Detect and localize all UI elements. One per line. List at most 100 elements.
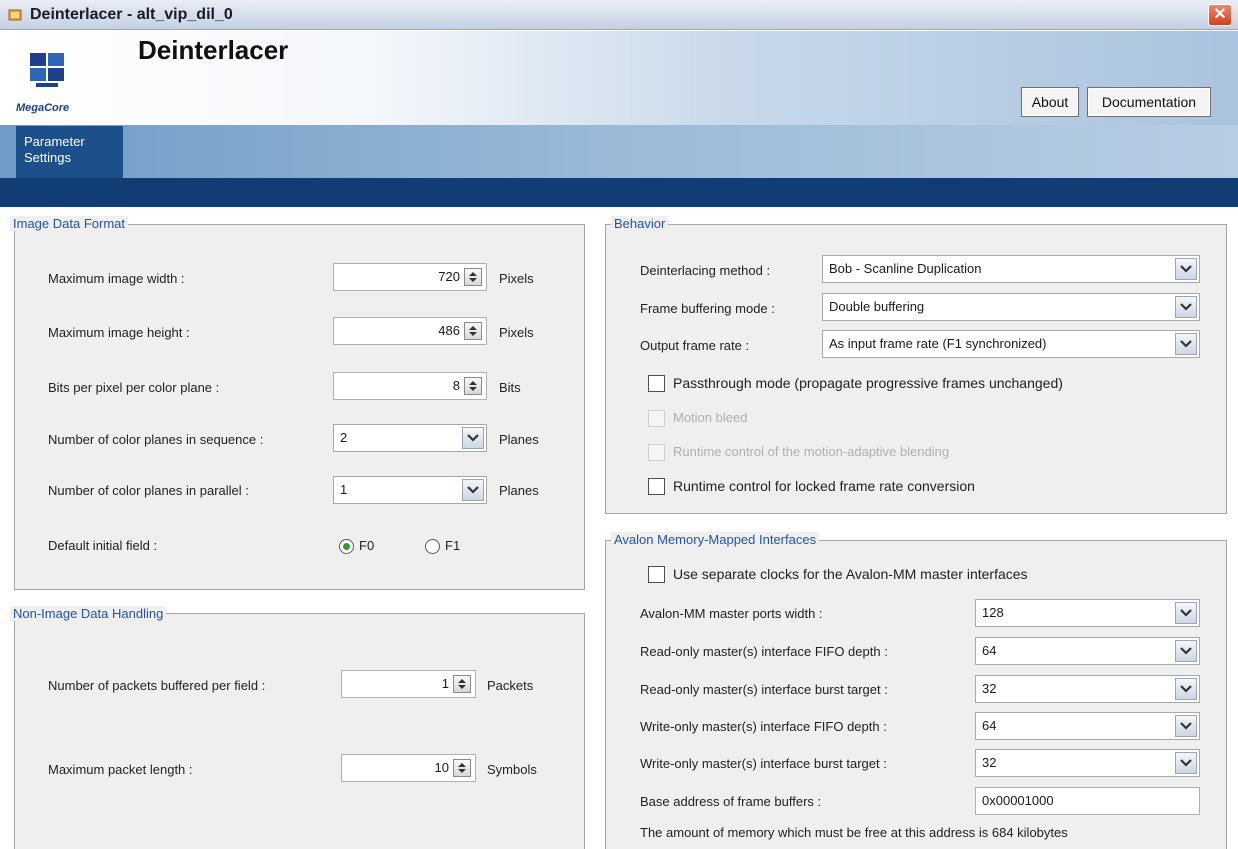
base-address-field[interactable]: 0x00001000 (975, 787, 1200, 815)
planes-sequence-label: Number of color planes in sequence : (48, 432, 264, 447)
radio-f1[interactable] (425, 539, 440, 554)
motion-bleed-checkbox[interactable] (648, 410, 665, 427)
chevron-down-icon[interactable] (1175, 678, 1197, 700)
page-title: Deinterlacer (138, 35, 289, 65)
chevron-down-icon[interactable] (462, 479, 484, 501)
tab-label-line2: Settings (24, 150, 71, 165)
chevron-down-icon[interactable] (462, 427, 484, 449)
packets-per-field-unit: Packets (487, 678, 534, 693)
max-height-spinner[interactable]: 486 (333, 317, 487, 345)
max-packet-length-label: Maximum packet length : (48, 762, 193, 777)
read-burst-value: 32 (982, 681, 997, 696)
read-burst-select[interactable]: 32 (975, 675, 1200, 703)
window-title: Deinterlacer - alt_vip_dil_0 (30, 6, 233, 23)
nav-bar (0, 178, 1238, 207)
max-packet-length-value: 10 (434, 760, 449, 775)
tab-label-line1: Parameter (24, 134, 85, 149)
spinner-arrows-icon[interactable] (453, 759, 471, 777)
output-frame-rate-value: As input frame rate (F1 synchronized) (829, 336, 1047, 351)
deinterlacing-method-value: Bob - Scanline Duplication (829, 261, 982, 276)
frame-buffering-label: Frame buffering mode : (640, 301, 775, 316)
max-width-spinner[interactable]: 720 (333, 263, 487, 291)
radio-f1-label: F1 (445, 538, 461, 553)
planes-parallel-select[interactable]: 1 (333, 476, 487, 504)
runtime-locked-label: Runtime control for locked frame rate co… (673, 478, 975, 494)
ports-width-select[interactable]: 128 (975, 599, 1200, 627)
deinterlacing-method-select[interactable]: Bob - Scanline Duplication (822, 255, 1200, 283)
max-width-label: Maximum image width : (48, 271, 185, 286)
avalon-mm-legend: Avalon Memory-Mapped Interfaces (611, 532, 820, 547)
image-data-format-legend: Image Data Format (10, 216, 128, 231)
packets-per-field-value: 1 (441, 676, 449, 691)
spinner-arrows-icon[interactable] (464, 377, 482, 395)
bits-per-pixel-spinner[interactable]: 8 (333, 372, 487, 400)
motion-bleed-label: Motion bleed (673, 410, 748, 425)
documentation-button[interactable]: Documentation (1087, 87, 1211, 117)
packets-per-field-label: Number of packets buffered per field : (48, 678, 266, 693)
separate-clocks-label: Use separate clocks for the Avalon-MM ma… (673, 566, 1028, 582)
about-button[interactable]: About (1021, 87, 1079, 117)
separate-clocks-checkbox[interactable] (648, 566, 665, 583)
read-fifo-value: 64 (982, 643, 997, 658)
radio-selected-dot (343, 543, 350, 550)
chevron-down-icon[interactable] (1175, 752, 1197, 774)
base-address-label: Base address of frame buffers : (640, 794, 822, 809)
max-height-value: 486 (438, 323, 460, 338)
chevron-down-icon[interactable] (1175, 602, 1197, 624)
runtime-blending-label: Runtime control of the motion-adaptive b… (673, 444, 950, 459)
runtime-locked-checkbox[interactable] (648, 478, 665, 495)
radio-f0-label: F0 (359, 538, 375, 553)
max-width-value: 720 (438, 269, 460, 284)
planes-parallel-value: 1 (340, 482, 348, 497)
app-icon (8, 9, 22, 21)
chevron-down-icon[interactable] (1175, 640, 1197, 662)
megacore-logo-text: MegaCore (16, 102, 69, 114)
write-fifo-select[interactable]: 64 (975, 712, 1200, 740)
chevron-down-icon[interactable] (1175, 296, 1197, 318)
non-image-data-legend: Non-Image Data Handling (10, 606, 167, 621)
spinner-arrows-icon[interactable] (464, 268, 482, 286)
memory-note: The amount of memory which must be free … (640, 825, 1068, 840)
header-banner: MegaCore Deinterlacer About Documentatio… (0, 31, 1238, 125)
bits-per-pixel-value: 8 (452, 378, 460, 393)
read-fifo-label: Read-only master(s) interface FIFO depth… (640, 644, 888, 659)
deinterlacing-method-label: Deinterlacing method : (640, 263, 771, 278)
read-burst-label: Read-only master(s) interface burst targ… (640, 682, 888, 697)
planes-sequence-unit: Planes (499, 432, 539, 447)
passthrough-checkbox[interactable] (648, 375, 665, 392)
read-fifo-select[interactable]: 64 (975, 637, 1200, 665)
frame-buffering-select[interactable]: Double buffering (822, 293, 1200, 321)
chevron-down-icon[interactable] (1175, 258, 1197, 280)
planes-parallel-label: Number of color planes in parallel : (48, 483, 249, 498)
planes-sequence-select[interactable]: 2 (333, 424, 487, 452)
max-height-unit: Pixels (499, 325, 534, 340)
base-address-value: 0x00001000 (982, 793, 1054, 808)
behavior-legend: Behavior (611, 216, 669, 231)
spinner-arrows-icon[interactable] (464, 322, 482, 340)
output-frame-rate-label: Output frame rate : (640, 338, 750, 353)
spinner-arrows-icon[interactable] (453, 675, 471, 693)
max-packet-length-unit: Symbols (487, 762, 537, 777)
planes-parallel-unit: Planes (499, 483, 539, 498)
bits-per-pixel-unit: Bits (499, 380, 521, 395)
megacore-logo: MegaCore (16, 53, 69, 114)
initial-field-label: Default initial field : (48, 538, 158, 553)
radio-f0[interactable] (339, 539, 354, 554)
window-titlebar: Deinterlacer - alt_vip_dil_0 ✕ (0, 0, 1238, 30)
close-icon[interactable]: ✕ (1208, 4, 1232, 26)
packets-per-field-spinner[interactable]: 1 (341, 670, 476, 698)
chevron-down-icon[interactable] (1175, 333, 1197, 355)
ports-width-value: 128 (982, 605, 1004, 620)
ports-width-label: Avalon-MM master ports width : (640, 606, 823, 621)
frame-buffering-value: Double buffering (829, 299, 925, 314)
chevron-down-icon[interactable] (1175, 715, 1197, 737)
write-burst-select[interactable]: 32 (975, 749, 1200, 777)
tab-parameter-settings[interactable]: Parameter Settings (16, 126, 123, 178)
write-burst-label: Write-only master(s) interface burst tar… (640, 756, 887, 771)
runtime-blending-checkbox[interactable] (648, 444, 665, 461)
output-frame-rate-select[interactable]: As input frame rate (F1 synchronized) (822, 330, 1200, 358)
bits-per-pixel-label: Bits per pixel per color plane : (48, 380, 220, 395)
tab-strip (0, 125, 1238, 178)
write-burst-value: 32 (982, 755, 997, 770)
max-packet-length-spinner[interactable]: 10 (341, 754, 476, 782)
